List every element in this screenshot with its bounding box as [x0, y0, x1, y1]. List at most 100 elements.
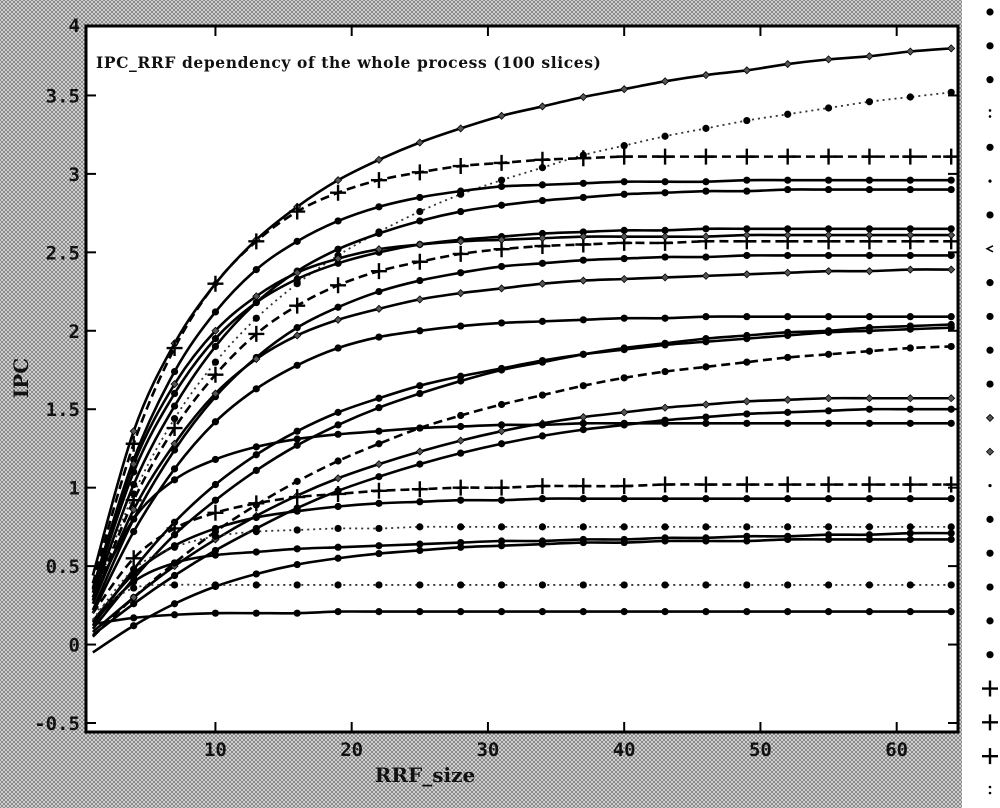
marker-dot: [906, 581, 914, 589]
marker-dot: [416, 217, 424, 225]
marker-dot: [375, 542, 383, 550]
marker-dot: [334, 502, 342, 511]
marker-dot: [293, 477, 301, 485]
marker-dot: [538, 356, 547, 365]
marker-dot: [416, 581, 424, 589]
marker-dot: [211, 609, 220, 617]
marker-dot: [702, 419, 710, 427]
marker-dot: [579, 382, 587, 390]
marker-dot: [170, 543, 179, 551]
y-tick-label: 4: [69, 15, 80, 37]
marker-dot: [702, 363, 710, 371]
marker-diamond: [985, 413, 995, 422]
marker-dot: [538, 259, 547, 267]
marker-dot: [416, 207, 424, 216]
marker-dot: [211, 581, 220, 589]
marker-dot: [947, 176, 955, 184]
marker-dot: [743, 251, 751, 260]
marker-dot: [947, 608, 955, 616]
marker-colon-dot: [988, 115, 992, 118]
marker-dot: [986, 8, 994, 16]
marker-dot: [784, 535, 792, 544]
marker-dot: [130, 614, 138, 622]
y-tick-label: 2: [69, 321, 80, 343]
marker-dot: [743, 358, 751, 366]
marker-dot: [906, 185, 914, 194]
marker-dot: [784, 331, 792, 340]
marker-dot: [416, 382, 424, 390]
marker-dot: [620, 142, 628, 150]
marker-caret: [985, 245, 994, 253]
marker-dot: [334, 554, 342, 562]
marker-dot: [497, 400, 506, 409]
marker-dot: [170, 581, 179, 589]
marker-dot: [457, 207, 465, 216]
marker-dot: [375, 499, 383, 507]
marker-dot: [661, 495, 669, 503]
marker-dot: [986, 549, 994, 557]
marker-dot: [620, 178, 628, 186]
marker-dot: [661, 189, 669, 197]
marker-dot: [130, 480, 138, 489]
marker-dot: [334, 421, 342, 429]
marker-dot: [702, 523, 710, 531]
marker-dot: [620, 374, 628, 382]
marker-dot: [661, 341, 669, 349]
marker-dot: [375, 333, 383, 341]
marker-dot: [252, 513, 260, 522]
marker-dot: [947, 419, 955, 427]
marker-dot: [497, 523, 506, 531]
marker-dot: [865, 98, 874, 106]
y-tick-label: 1: [69, 478, 80, 500]
marker-dot: [620, 255, 628, 263]
marker-dot: [865, 535, 874, 544]
marker-plus: [982, 680, 998, 697]
marker-dot: [252, 466, 260, 475]
marker-dot: [579, 256, 587, 264]
marker-dot: [702, 338, 710, 346]
marker-dot: [457, 608, 465, 616]
marker-dot: [702, 537, 710, 545]
marker-dot: [620, 190, 628, 198]
marker-dot: [497, 581, 506, 589]
marker-dot: [661, 314, 669, 322]
marker-dot: [416, 424, 424, 432]
marker-dot: [579, 608, 587, 616]
marker-dot: [906, 176, 914, 184]
marker-dot: [784, 581, 792, 589]
marker-dot: [824, 251, 833, 260]
marker-dot: [702, 178, 710, 186]
marker-dot: [497, 176, 506, 184]
marker-dot: [252, 548, 260, 556]
marker-dot: [579, 581, 587, 589]
marker-dot: [170, 367, 179, 376]
marker-dot: [497, 608, 506, 616]
marker-dot: [416, 546, 424, 555]
marker-dot: [906, 608, 914, 616]
marker-diamond: [985, 447, 995, 456]
marker-dot: [170, 611, 179, 619]
marker-small-dot: [988, 179, 992, 183]
marker-dot: [824, 523, 833, 531]
marker-dot: [865, 313, 874, 321]
marker-dot: [661, 608, 669, 616]
marker-dot: [743, 608, 751, 616]
marker-dot: [906, 93, 914, 101]
marker-dot: [865, 581, 874, 589]
marker-dot: [743, 116, 751, 125]
marker-dot: [579, 538, 587, 547]
marker-dot: [906, 251, 914, 260]
marker-dot: [130, 584, 138, 592]
marker-dot: [824, 328, 833, 336]
marker-dot: [457, 422, 465, 431]
marker-dot: [743, 419, 751, 427]
marker-dot: [538, 317, 547, 325]
marker-colon: [988, 785, 992, 795]
marker-dot: [170, 389, 179, 398]
marker-dot: [130, 600, 138, 608]
marker-dot: [579, 495, 587, 503]
marker-dot: [211, 551, 220, 559]
marker-dot: [661, 419, 669, 427]
marker-dot: [293, 361, 301, 369]
y-axis-title: IPC: [9, 358, 33, 398]
